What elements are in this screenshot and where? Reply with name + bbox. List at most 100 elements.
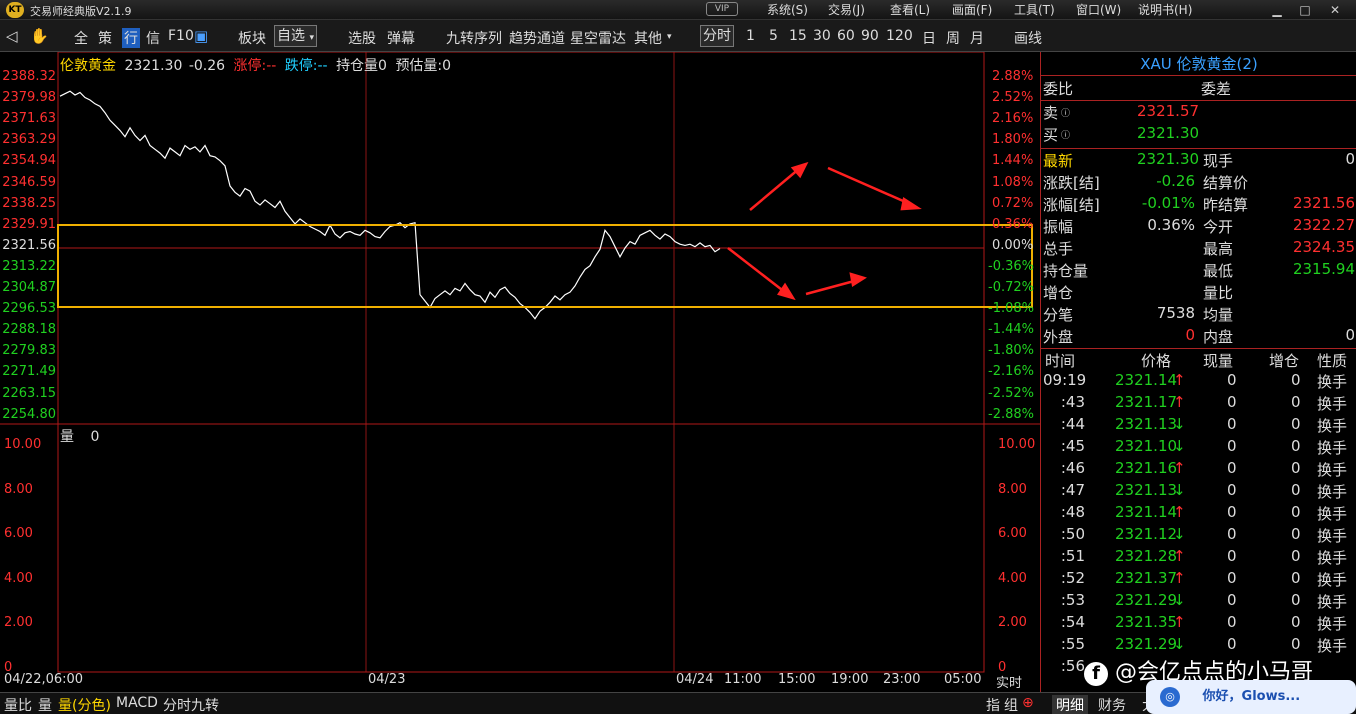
tb-watchlist-select[interactable]: 自选 ▾	[274, 25, 317, 47]
minimize-icon[interactable]: ▁	[1264, 2, 1290, 18]
tb-draw-line[interactable]: 画线	[1014, 28, 1042, 48]
tab-nine-turn[interactable]: 分时九转	[163, 695, 219, 714]
limit-up: 涨停:--	[233, 58, 277, 74]
tick-price: 2321.37	[1115, 569, 1178, 587]
tick-row[interactable]: :46 2321.16 ↑ 0 0 换手	[1041, 458, 1356, 480]
percent-tick-label: -0.72%	[988, 280, 1034, 295]
menu-help[interactable]: 说明书(H)	[1138, 1, 1192, 18]
tick-nature: 换手	[1317, 417, 1348, 435]
notification-badge[interactable]: ◎ 你好，Glows...	[1146, 680, 1356, 714]
back-arrow-icon[interactable]: ◁	[6, 27, 18, 45]
price-series	[59, 90, 721, 320]
other-dropdown-icon[interactable]: ▾	[667, 32, 672, 42]
tick-time: :51	[1060, 547, 1085, 565]
tb-trend-channel[interactable]: 趋势通道	[509, 28, 565, 48]
window-icon[interactable]: ▣	[194, 27, 208, 45]
tb-1m[interactable]: 1	[746, 28, 755, 44]
tb-f10[interactable]: F10	[168, 28, 194, 44]
vip-badge[interactable]: VIP	[706, 2, 738, 16]
volume-tick-label: 8.00	[4, 481, 33, 497]
tab-macd[interactable]: MACD	[116, 695, 158, 711]
tb-5m[interactable]: 5	[769, 28, 778, 44]
tick-row[interactable]: :53 2321.29 ↓ 0 0 换手	[1041, 590, 1356, 612]
tick-row[interactable]: :44 2321.13 ↓ 0 0 换手	[1041, 414, 1356, 436]
menu-system[interactable]: 系统(S)	[767, 1, 808, 18]
tb-nine-turn[interactable]: 九转序列	[446, 28, 502, 48]
stat-label: 内盘	[1203, 328, 1234, 346]
tb-sector[interactable]: 板块	[238, 28, 266, 48]
menu-screen[interactable]: 画面(F)	[952, 1, 992, 18]
tb-stock-pick[interactable]: 选股	[348, 28, 376, 48]
tick-row[interactable]: :48 2321.14 ↑ 0 0 换手	[1041, 502, 1356, 524]
tick-row[interactable]: :51 2321.28 ↑ 0 0 换手	[1041, 546, 1356, 568]
tick-time: :55	[1060, 635, 1085, 653]
tick-nature: 换手	[1317, 615, 1348, 633]
tb-other[interactable]: 其他	[634, 28, 662, 48]
tick-time: :47	[1060, 481, 1085, 499]
tick-row[interactable]: 09:19 2321.14 ↑ 0 0 换手	[1041, 370, 1356, 392]
menu-trade[interactable]: 交易(J)	[828, 1, 865, 18]
tick-row[interactable]: :52 2321.37 ↑ 0 0 换手	[1041, 568, 1356, 590]
chart-area[interactable]: 伦敦黄金 2321.30 -0.26 涨停:-- 跌停:-- 持仓量0 预估量:…	[0, 52, 1040, 692]
tick-oi-change: 0	[1291, 503, 1301, 521]
tab-group[interactable]: 组	[1004, 695, 1018, 714]
tick-volume: 0	[1227, 459, 1237, 477]
hand-icon[interactable]: ✋	[30, 27, 49, 45]
intraday-chart[interactable]	[0, 52, 1040, 692]
tick-row[interactable]: :45 2321.10 ↓ 0 0 换手	[1041, 436, 1356, 458]
tab-volume-color[interactable]: 量(分色)	[58, 695, 111, 714]
price-tick-label: 2346.59	[2, 174, 56, 190]
tick-volume: 0	[1227, 415, 1237, 433]
tab-index[interactable]: 指	[986, 695, 1000, 714]
menu-window[interactable]: 窗口(W)	[1076, 1, 1121, 18]
tb-all[interactable]: 全	[74, 28, 88, 48]
tick-row[interactable]: :50 2321.12 ↓ 0 0 换手	[1041, 524, 1356, 546]
tb-strategy[interactable]: 策	[98, 28, 112, 48]
tab-detail[interactable]: 明细	[1052, 695, 1088, 714]
tb-60m[interactable]: 60	[837, 28, 855, 44]
tab-finance[interactable]: 财务	[1098, 695, 1126, 714]
tick-direction-icon: ↓	[1173, 415, 1186, 433]
stat-label: 涨幅[结]	[1043, 196, 1100, 214]
stat-value: -0.26	[1156, 172, 1195, 190]
tick-nature: 换手	[1317, 571, 1348, 589]
add-icon[interactable]: ⊕	[1022, 695, 1034, 711]
close-icon[interactable]: ✕	[1322, 2, 1348, 18]
menu-tools[interactable]: 工具(T)	[1014, 1, 1055, 18]
chart-header: 伦敦黄金 2321.30 -0.26 涨停:-- 跌停:-- 持仓量0 预估量:…	[60, 55, 451, 75]
tb-30m[interactable]: 30	[813, 28, 831, 44]
time-label: 11:00	[724, 672, 762, 687]
tick-row[interactable]: :55 2321.29 ↓ 0 0 换手	[1041, 634, 1356, 656]
tb-danmu[interactable]: 弹幕	[387, 28, 415, 48]
sell-price: 2321.57	[1137, 102, 1200, 120]
header-change: -0.26	[188, 58, 226, 74]
percent-tick-label: 2.88%	[992, 69, 1034, 84]
tick-nature: 换手	[1317, 439, 1348, 457]
tick-row[interactable]: :47 2321.13 ↓ 0 0 换手	[1041, 480, 1356, 502]
tick-direction-icon: ↓	[1173, 481, 1186, 499]
tick-nature: 换手	[1317, 461, 1348, 479]
tick-row[interactable]: :43 2321.17 ↑ 0 0 换手	[1041, 392, 1356, 414]
menu-view[interactable]: 查看(L)	[890, 1, 930, 18]
maximize-icon[interactable]: □	[1292, 2, 1318, 18]
tb-90m[interactable]: 90	[861, 28, 879, 44]
tick-volume: 0	[1227, 437, 1237, 455]
tb-intraday[interactable]: 分时	[700, 25, 734, 47]
tb-quote[interactable]: 行	[122, 28, 140, 48]
tick-oi-change: 0	[1291, 459, 1301, 477]
tick-col-time: 时间	[1045, 352, 1076, 370]
tab-volume-ratio[interactable]: 量比	[4, 695, 32, 714]
tb-15m[interactable]: 15	[789, 28, 807, 44]
tb-week[interactable]: 周	[946, 28, 960, 48]
realtime-button[interactable]: 实时	[996, 672, 1022, 691]
tb-star-radar[interactable]: 星空雷达	[570, 28, 626, 48]
tb-120m[interactable]: 120	[886, 28, 913, 44]
tb-day[interactable]: 日	[922, 28, 936, 48]
tick-row[interactable]: :54 2321.35 ↑ 0 0 换手	[1041, 612, 1356, 634]
tb-info[interactable]: 信	[146, 28, 160, 48]
volume-tick-label: 6.00	[998, 526, 1027, 541]
percent-tick-label: -1.08%	[988, 301, 1034, 317]
tb-month[interactable]: 月	[970, 28, 984, 48]
stat-label: 增仓	[1043, 284, 1074, 302]
tab-volume[interactable]: 量	[38, 695, 52, 714]
